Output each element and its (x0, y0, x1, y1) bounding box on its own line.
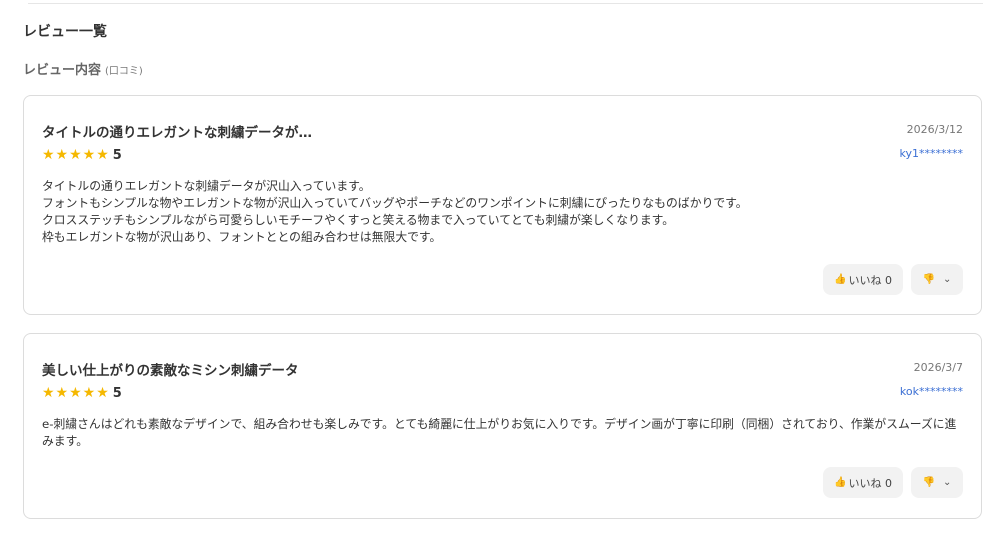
review-date: 2026/3/12 (906, 123, 963, 136)
thumbs-up-icon: 👍 (834, 477, 847, 488)
review-body: e-刺繍さんはどれも素敵なデザインで、組み合わせも楽しみです。とても綺麗に仕上が… (42, 416, 965, 450)
review-title[interactable]: タイトルの通りエレガントな刺繍データが… (42, 121, 312, 141)
like-button[interactable]: 👍 いいね 0 (823, 264, 903, 295)
like-count-label: いいね 0 (848, 476, 892, 490)
review-actions: 👍 いいね 0 👎 ⌄ (823, 467, 963, 498)
review-body-line: 枠もエレガントな物が沢山あり、フォントととの組み合わせは無限大です。 (42, 230, 442, 244)
like-count-label: いいね 0 (848, 273, 892, 287)
review-content-label: レビュー内容 (23, 63, 102, 78)
review-date: 2026/3/7 (913, 361, 963, 374)
review-body-line: クロスステッチもシンプルながら可愛らしいモチーフやくすっと笑える物まで入っていて… (42, 213, 675, 227)
review-body-line: タイトルの通りエレガントな刺繍データが沢山入っています。 (42, 179, 371, 193)
star-rating-icon: ★★★★★ (42, 385, 110, 401)
dislike-button[interactable]: 👎 ⌄ (911, 264, 963, 295)
review-body-line: フォントもシンプルな物やエレガントな物が沢山入っていてバッグやポーチなどのワンポ… (42, 196, 748, 210)
thumbs-down-icon: 👎 (922, 274, 936, 285)
star-rating-icon: ★★★★★ (42, 147, 110, 163)
thumbs-up-icon: 👍 (834, 274, 847, 285)
review-body: タイトルの通りエレガントな刺繍データが沢山入っています。 フォントもシンプルな物… (42, 178, 965, 246)
review-rating: ★★★★★ 5 (42, 385, 122, 401)
review-content-heading: レビュー内容 (口コミ) (23, 59, 143, 78)
like-button[interactable]: 👍 いいね 0 (823, 467, 903, 498)
section-title: レビュー一覧 (23, 24, 107, 40)
reviewer-name[interactable]: ky1******** (900, 147, 964, 160)
reviewer-name[interactable]: kok******** (900, 385, 963, 398)
dislike-button[interactable]: 👎 ⌄ (911, 467, 963, 498)
chevron-down-icon: ⌄ (943, 274, 952, 285)
review-title[interactable]: 美しい仕上がりの素敵なミシン刺繍データ (42, 359, 299, 379)
rating-value: 5 (112, 147, 122, 163)
review-content-note: (口コミ) (105, 66, 143, 77)
review-actions: 👍 いいね 0 👎 ⌄ (823, 264, 963, 295)
chevron-down-icon: ⌄ (943, 477, 952, 488)
review-body-line: e-刺繍さんはどれも素敵なデザインで、組み合わせも楽しみです。とても綺麗に仕上が… (42, 417, 957, 448)
thumbs-down-icon: 👎 (922, 477, 936, 488)
review-card: タイトルの通りエレガントな刺繍データが… 2026/3/12 ★★★★★ 5 k… (23, 95, 982, 315)
rating-value: 5 (112, 385, 122, 401)
review-card: 美しい仕上がりの素敵なミシン刺繍データ 2026/3/7 ★★★★★ 5 kok… (23, 333, 982, 519)
top-divider (28, 3, 983, 4)
review-rating: ★★★★★ 5 (42, 147, 122, 163)
